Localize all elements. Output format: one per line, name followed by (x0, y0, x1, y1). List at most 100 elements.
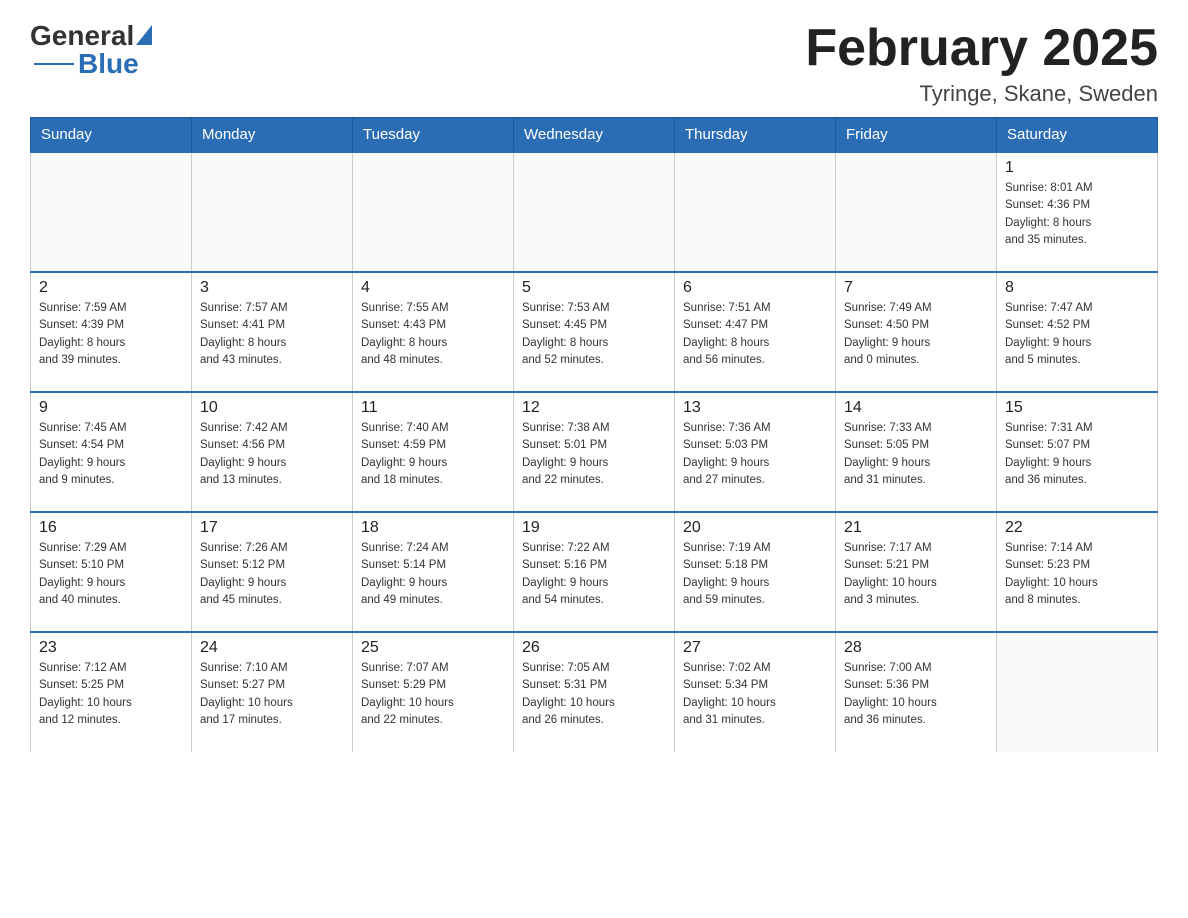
day-info: Sunrise: 7:55 AM Sunset: 4:43 PM Dayligh… (361, 302, 449, 366)
day-number: 17 (200, 519, 344, 537)
calendar-cell: 24 Sunrise: 7:10 AM Sunset: 5:27 PM Dayli… (192, 632, 353, 752)
day-info: Sunrise: 7:07 AM Sunset: 5:29 PM Dayligh… (361, 662, 454, 726)
day-number: 6 (683, 279, 827, 297)
week-row-1: 1Sunrise: 8:01 AM Sunset: 4:36 PM Daylig… (31, 152, 1158, 272)
calendar-title: February 2025 (805, 20, 1158, 77)
logo-line (34, 63, 74, 66)
day-info: Sunrise: 7:33 AM Sunset: 5:05 PM Dayligh… (844, 422, 932, 486)
day-info: Sunrise: 7:29 AM Sunset: 5:10 PM Dayligh… (39, 542, 127, 606)
calendar-cell (192, 152, 353, 272)
day-number: 15 (1005, 399, 1149, 417)
calendar-cell (836, 152, 997, 272)
title-block: February 2025 Tyringe, Skane, Sweden (805, 20, 1158, 107)
calendar-cell (514, 152, 675, 272)
day-number: 22 (1005, 519, 1149, 537)
calendar-cell: 7 Sunrise: 7:49 AM Sunset: 4:50 PM Daylig… (836, 272, 997, 392)
calendar-cell: 25 Sunrise: 7:07 AM Sunset: 5:29 PM Dayli… (353, 632, 514, 752)
day-info: Sunrise: 7:19 AM Sunset: 5:18 PM Dayligh… (683, 542, 771, 606)
calendar-cell: 16 Sunrise: 7:29 AM Sunset: 5:10 PM Dayli… (31, 512, 192, 632)
calendar-cell: 2Sunrise: 7:59 AM Sunset: 4:39 PM Daylig… (31, 272, 192, 392)
day-info: Sunrise: 7:40 AM Sunset: 4:59 PM Dayligh… (361, 422, 449, 486)
day-number: 25 (361, 639, 505, 657)
day-info: Sunrise: 7:47 AM Sunset: 4:52 PM Dayligh… (1005, 302, 1093, 366)
day-number: 12 (522, 399, 666, 417)
calendar-cell: 26 Sunrise: 7:05 AM Sunset: 5:31 PM Dayli… (514, 632, 675, 752)
day-info: Sunrise: 8:01 AM Sunset: 4:36 PM Dayligh… (1005, 182, 1093, 246)
day-number: 5 (522, 279, 666, 297)
day-info: Sunrise: 7:17 AM Sunset: 5:21 PM Dayligh… (844, 542, 937, 606)
day-info: Sunrise: 7:51 AM Sunset: 4:47 PM Dayligh… (683, 302, 771, 366)
week-row-5: 23 Sunrise: 7:12 AM Sunset: 5:25 PM Dayli… (31, 632, 1158, 752)
day-number: 20 (683, 519, 827, 537)
calendar-cell: 10Sunrise: 7:42 AM Sunset: 4:56 PM Dayli… (192, 392, 353, 512)
calendar-cell: 6 Sunrise: 7:51 AM Sunset: 4:47 PM Daylig… (675, 272, 836, 392)
calendar-cell: 13 Sunrise: 7:36 AM Sunset: 5:03 PM Dayli… (675, 392, 836, 512)
calendar-cell: 23 Sunrise: 7:12 AM Sunset: 5:25 PM Dayli… (31, 632, 192, 752)
calendar-cell: 15Sunrise: 7:31 AM Sunset: 5:07 PM Dayli… (997, 392, 1158, 512)
day-number: 23 (39, 639, 183, 657)
calendar-cell: 17 Sunrise: 7:26 AM Sunset: 5:12 PM Dayli… (192, 512, 353, 632)
day-number: 27 (683, 639, 827, 657)
day-number: 18 (361, 519, 505, 537)
calendar-table: SundayMondayTuesdayWednesdayThursdayFrid… (30, 117, 1158, 752)
week-row-2: 2Sunrise: 7:59 AM Sunset: 4:39 PM Daylig… (31, 272, 1158, 392)
column-header-friday: Friday (836, 118, 997, 153)
calendar-cell: 22 Sunrise: 7:14 AM Sunset: 5:23 PM Dayli… (997, 512, 1158, 632)
day-info: Sunrise: 7:42 AM Sunset: 4:56 PM Dayligh… (200, 422, 288, 486)
column-header-thursday: Thursday (675, 118, 836, 153)
column-header-monday: Monday (192, 118, 353, 153)
day-number: 16 (39, 519, 183, 537)
calendar-cell: 3 Sunrise: 7:57 AM Sunset: 4:41 PM Daylig… (192, 272, 353, 392)
day-info: Sunrise: 7:36 AM Sunset: 5:03 PM Dayligh… (683, 422, 771, 486)
day-info: Sunrise: 7:00 AM Sunset: 5:36 PM Dayligh… (844, 662, 937, 726)
calendar-cell (31, 152, 192, 272)
day-info: Sunrise: 7:05 AM Sunset: 5:31 PM Dayligh… (522, 662, 615, 726)
day-info: Sunrise: 7:49 AM Sunset: 4:50 PM Dayligh… (844, 302, 932, 366)
day-info: Sunrise: 7:24 AM Sunset: 5:14 PM Dayligh… (361, 542, 449, 606)
week-row-3: 9 Sunrise: 7:45 AM Sunset: 4:54 PM Daylig… (31, 392, 1158, 512)
day-info: Sunrise: 7:14 AM Sunset: 5:23 PM Dayligh… (1005, 542, 1098, 606)
calendar-cell: 5 Sunrise: 7:53 AM Sunset: 4:45 PM Daylig… (514, 272, 675, 392)
day-number: 13 (683, 399, 827, 417)
calendar-cell: 14Sunrise: 7:33 AM Sunset: 5:05 PM Dayli… (836, 392, 997, 512)
day-info: Sunrise: 7:22 AM Sunset: 5:16 PM Dayligh… (522, 542, 610, 606)
page-header: General Blue February 2025 Tyringe, Skan… (30, 20, 1158, 107)
calendar-cell: 1Sunrise: 8:01 AM Sunset: 4:36 PM Daylig… (997, 152, 1158, 272)
day-number: 11 (361, 399, 505, 417)
day-number: 28 (844, 639, 988, 657)
day-number: 3 (200, 279, 344, 297)
day-info: Sunrise: 7:12 AM Sunset: 5:25 PM Dayligh… (39, 662, 132, 726)
calendar-cell: 4Sunrise: 7:55 AM Sunset: 4:43 PM Daylig… (353, 272, 514, 392)
day-info: Sunrise: 7:53 AM Sunset: 4:45 PM Dayligh… (522, 302, 610, 366)
day-number: 8 (1005, 279, 1149, 297)
calendar-cell: 28 Sunrise: 7:00 AM Sunset: 5:36 PM Dayli… (836, 632, 997, 752)
column-header-saturday: Saturday (997, 118, 1158, 153)
logo-blue-text: Blue (78, 48, 139, 80)
day-number: 9 (39, 399, 183, 417)
calendar-cell: 19Sunrise: 7:22 AM Sunset: 5:16 PM Dayli… (514, 512, 675, 632)
column-header-sunday: Sunday (31, 118, 192, 153)
week-row-4: 16 Sunrise: 7:29 AM Sunset: 5:10 PM Dayli… (31, 512, 1158, 632)
calendar-cell: 18 Sunrise: 7:24 AM Sunset: 5:14 PM Dayli… (353, 512, 514, 632)
day-number: 21 (844, 519, 988, 537)
logo: General Blue (30, 20, 152, 80)
calendar-subtitle: Tyringe, Skane, Sweden (805, 81, 1158, 107)
calendar-cell: 21 Sunrise: 7:17 AM Sunset: 5:21 PM Dayli… (836, 512, 997, 632)
calendar-cell: 27Sunrise: 7:02 AM Sunset: 5:34 PM Dayli… (675, 632, 836, 752)
calendar-header-row: SundayMondayTuesdayWednesdayThursdayFrid… (31, 118, 1158, 153)
day-info: Sunrise: 7:57 AM Sunset: 4:41 PM Dayligh… (200, 302, 288, 366)
day-info: Sunrise: 7:59 AM Sunset: 4:39 PM Dayligh… (39, 302, 127, 366)
day-number: 26 (522, 639, 666, 657)
day-number: 24 (200, 639, 344, 657)
day-info: Sunrise: 7:45 AM Sunset: 4:54 PM Dayligh… (39, 422, 127, 486)
logo-triangle-icon (136, 25, 152, 45)
calendar-cell: 8 Sunrise: 7:47 AM Sunset: 4:52 PM Daylig… (997, 272, 1158, 392)
day-info: Sunrise: 7:26 AM Sunset: 5:12 PM Dayligh… (200, 542, 288, 606)
day-info: Sunrise: 7:10 AM Sunset: 5:27 PM Dayligh… (200, 662, 293, 726)
calendar-cell: 11 Sunrise: 7:40 AM Sunset: 4:59 PM Dayli… (353, 392, 514, 512)
calendar-cell: 12Sunrise: 7:38 AM Sunset: 5:01 PM Dayli… (514, 392, 675, 512)
calendar-cell (997, 632, 1158, 752)
day-number: 7 (844, 279, 988, 297)
calendar-cell (353, 152, 514, 272)
column-header-tuesday: Tuesday (353, 118, 514, 153)
